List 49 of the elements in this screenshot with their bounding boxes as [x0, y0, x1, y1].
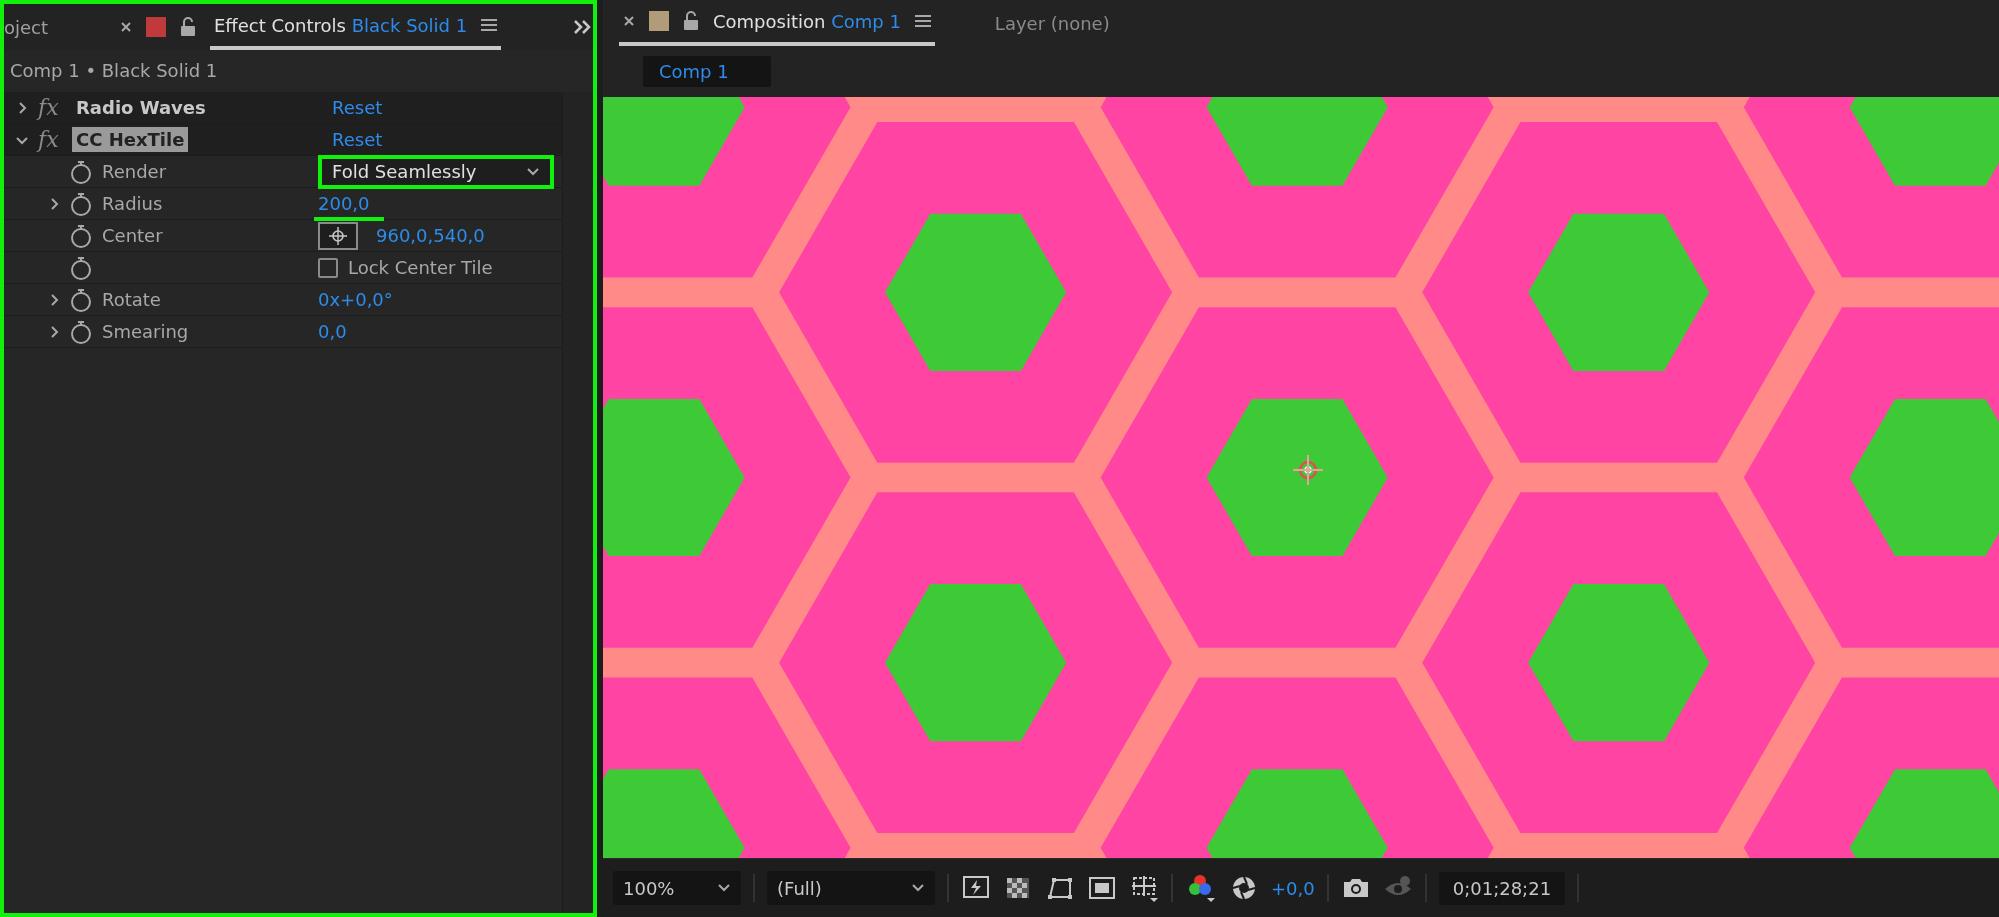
fx-label: fx — [38, 127, 60, 152]
checkbox[interactable] — [318, 257, 338, 278]
property-label: Radius — [102, 193, 163, 214]
panel-tab[interactable]: oject — [4, 16, 106, 38]
property-label: Smearing — [102, 321, 189, 342]
stopwatch-icon[interactable] — [70, 319, 92, 344]
color-swatch — [146, 17, 166, 37]
property-label: Render — [102, 161, 167, 182]
checkbox-label: Lock Center Tile — [348, 257, 493, 278]
zoom-dropdown[interactable]: 100% — [613, 871, 741, 905]
caret-icon[interactable] — [717, 883, 731, 893]
property-label: Center — [102, 225, 163, 246]
chevron-icon[interactable] — [16, 101, 28, 114]
render-dropdown[interactable]: Fold Seamlessly — [322, 158, 550, 185]
effect-name[interactable]: CC HexTile — [72, 127, 189, 152]
exposure-value[interactable]: +0,0 — [1271, 877, 1315, 899]
reset-link[interactable]: Reset — [332, 97, 562, 118]
caret-icon[interactable] — [526, 166, 540, 177]
color-swatch — [649, 11, 669, 31]
chevron-icon[interactable] — [48, 293, 60, 306]
value-field[interactable]: 200,0 — [318, 191, 370, 216]
panel-tab[interactable]: Layer (none) — [994, 12, 1110, 34]
value-field[interactable]: 960,0,540,0 — [376, 223, 485, 248]
value-field[interactable]: 0,0 — [318, 319, 347, 344]
close-icon[interactable] — [623, 15, 635, 27]
expand-panels-icon[interactable] — [573, 19, 593, 35]
timecode-field[interactable]: 0;01;28;21 — [1438, 871, 1566, 905]
value-field[interactable]: 0x+0,0° — [318, 287, 393, 312]
chevron-icon[interactable] — [48, 197, 60, 210]
lock-icon[interactable] — [180, 17, 196, 37]
menu-icon[interactable] — [914, 14, 931, 28]
fx-label: fx — [38, 95, 60, 120]
menu-icon[interactable] — [481, 18, 498, 32]
effect-name[interactable]: Radio Waves — [72, 95, 210, 120]
comp-breadcrumb[interactable]: Comp 1 — [643, 56, 771, 87]
stopwatch-icon[interactable] — [70, 255, 92, 280]
resolution-dropdown[interactable]: (Full) — [767, 871, 935, 905]
chevron-icon[interactable] — [48, 325, 60, 338]
stopwatch-icon[interactable] — [70, 191, 92, 216]
reset-link[interactable]: Reset — [332, 129, 562, 150]
stopwatch-icon[interactable] — [70, 223, 92, 248]
guides-icon[interactable] — [1129, 873, 1159, 903]
stopwatch-icon[interactable] — [70, 287, 92, 312]
stopwatch-icon[interactable] — [70, 159, 92, 184]
crosshair-button[interactable] — [318, 221, 358, 250]
property-label: Rotate — [102, 289, 161, 310]
caret-icon[interactable] — [911, 883, 925, 893]
close-icon[interactable] — [120, 21, 132, 33]
lock-icon[interactable] — [683, 11, 699, 31]
